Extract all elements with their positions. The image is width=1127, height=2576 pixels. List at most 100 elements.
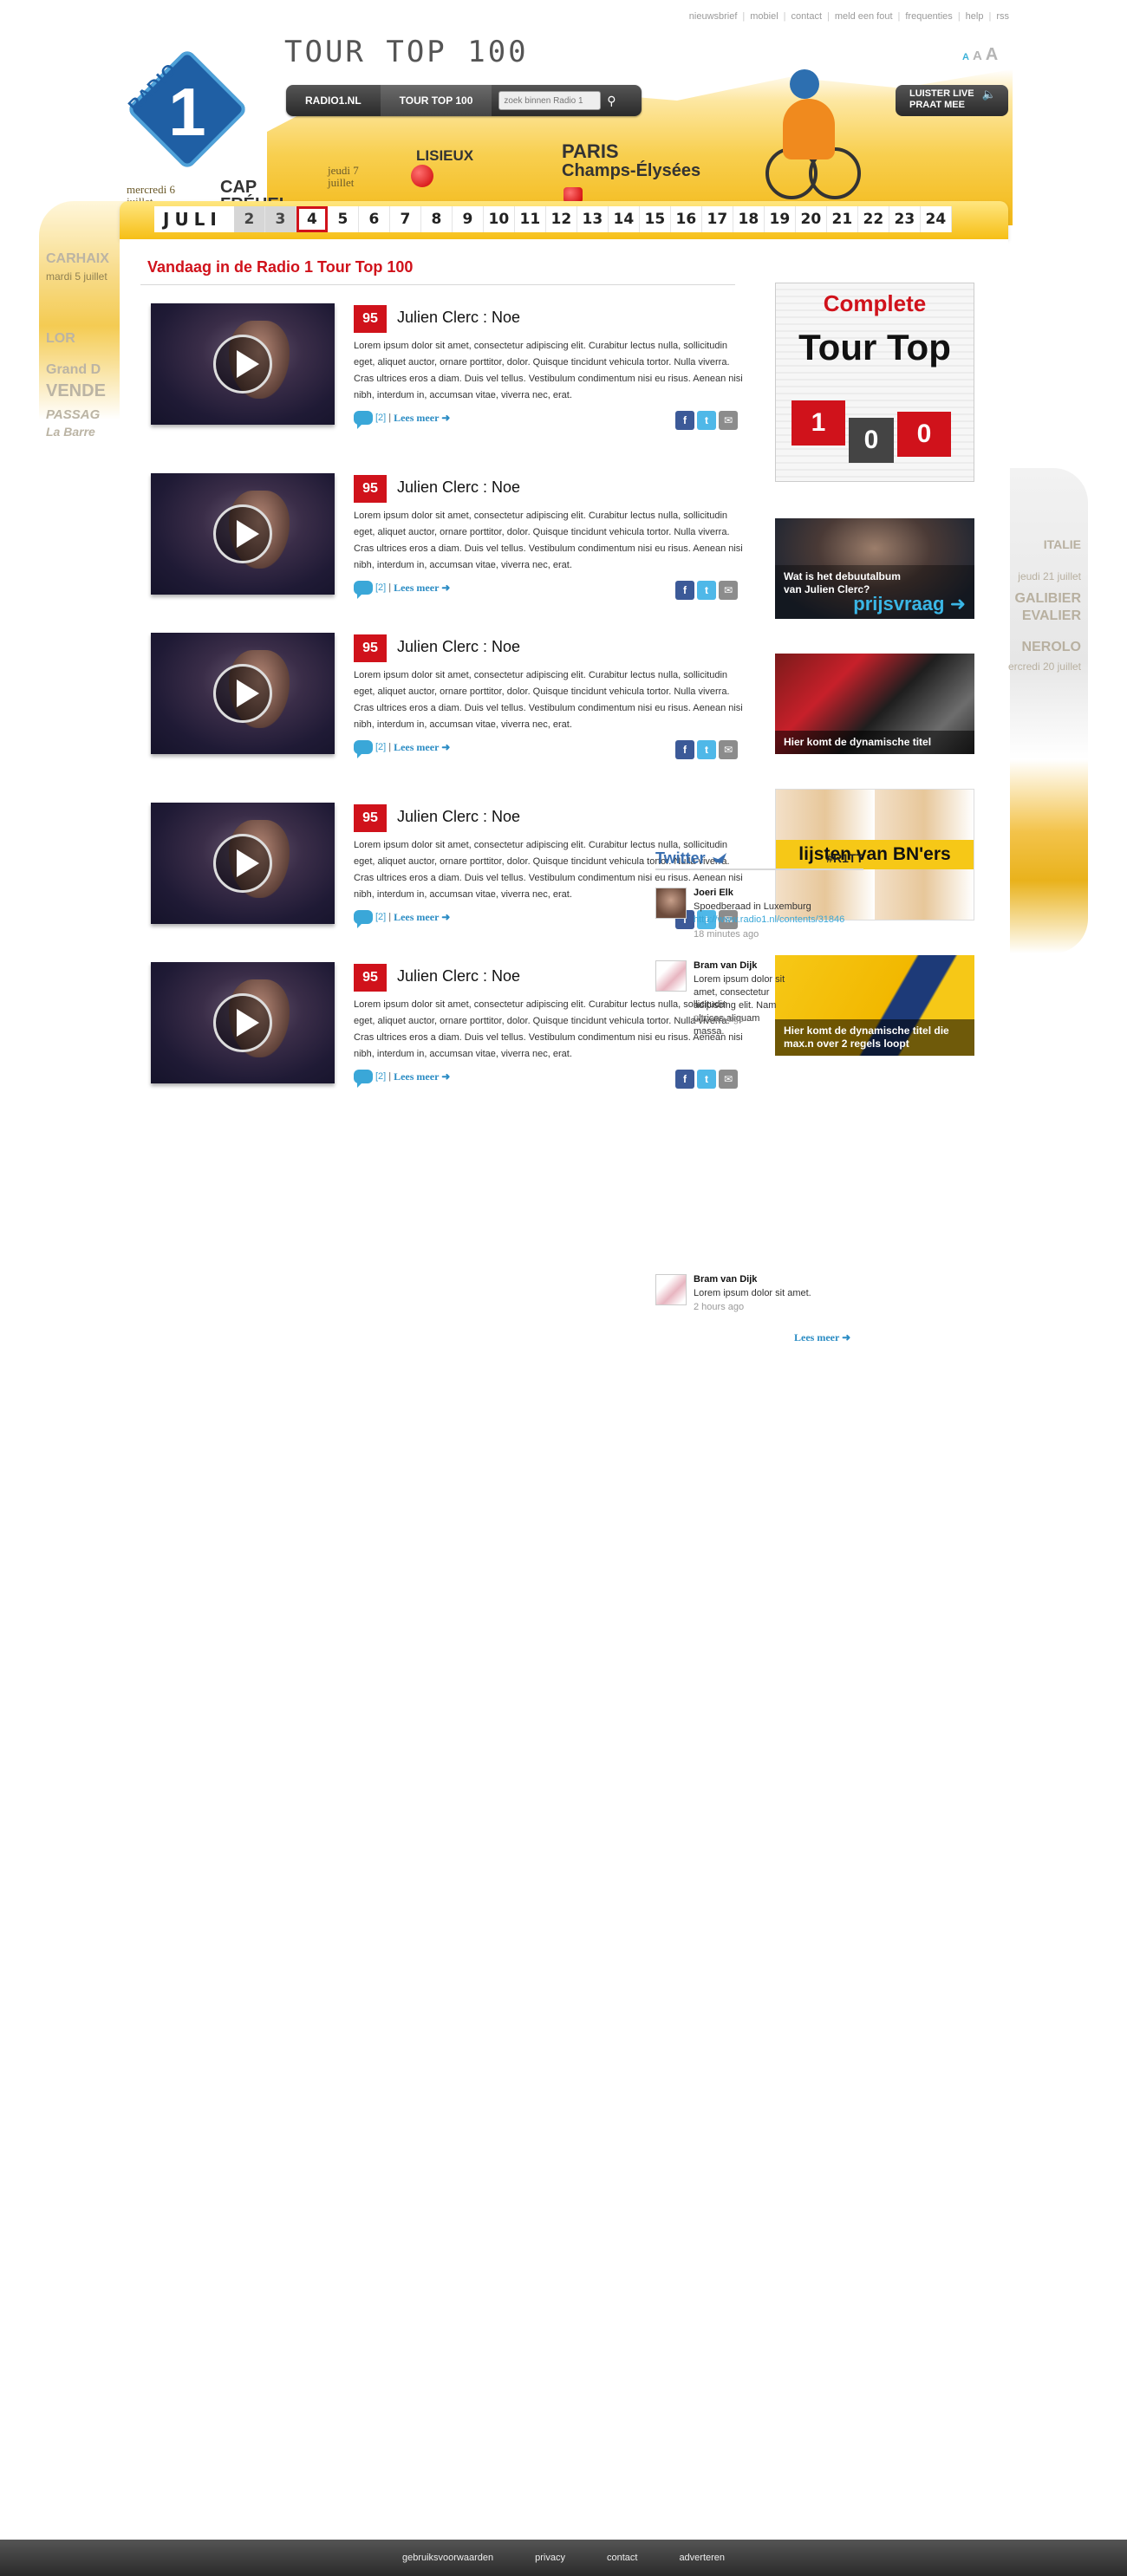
comment-count[interactable]: [2] [375,582,386,593]
day-7[interactable]: 7 [390,206,421,232]
day-4[interactable]: 4 [296,206,328,232]
link-mobile[interactable]: mobiel [750,11,778,22]
day-3[interactable]: 3 [264,206,296,232]
day-19[interactable]: 19 [765,206,796,232]
comment-count[interactable]: [2] [375,742,386,752]
twitter-icon[interactable]: t [697,1070,716,1089]
nav-item-tour-top-100[interactable]: TOUR TOP 100 [380,85,492,116]
footer-link-terms[interactable]: gebruiksvoorwaarden [402,2553,493,2563]
play-icon[interactable] [213,335,272,394]
day-18[interactable]: 18 [733,206,765,232]
twitter-label[interactable]: Twitter [655,849,706,868]
day-12[interactable]: 12 [546,206,577,232]
video-thumbnail[interactable] [151,633,335,754]
twitter-read-more-link[interactable]: Lees meer ➜ [794,1331,850,1344]
day-16[interactable]: 16 [671,206,702,232]
comment-count[interactable]: [2] [375,413,386,423]
day-15[interactable]: 15 [640,206,671,232]
radio1-logo[interactable]: 1 RADIO [125,40,249,183]
day-17[interactable]: 17 [702,206,733,232]
day-8[interactable]: 8 [421,206,453,232]
comment-icon[interactable] [354,411,373,429]
play-icon[interactable] [213,504,272,563]
listen-live-button[interactable]: LUISTER LIVE PRAAT MEE 🔈 [896,85,1008,116]
promo-quiz[interactable]: Wat is het debuutalbum van Julien Clerc?… [775,518,974,619]
comment-icon[interactable] [354,1070,373,1088]
day-6[interactable]: 6 [359,206,390,232]
facebook-icon[interactable]: f [675,740,694,759]
footer-link-advertise[interactable]: adverteren [679,2553,725,2563]
day-14[interactable]: 14 [609,206,640,232]
prijsvraag-link[interactable]: prijsvraag ➜ [853,593,966,615]
cyclist-body-shape [783,99,835,159]
tweet-author[interactable]: Bram van Dijk [694,1274,757,1285]
video-thumbnail[interactable] [151,962,335,1083]
comment-count[interactable]: [2] [375,912,386,922]
comment-count[interactable]: [2] [375,1071,386,1082]
twitter-icon[interactable]: t [697,581,716,600]
mail-icon[interactable]: ✉ [719,1070,738,1089]
day-24[interactable]: 24 [921,206,952,232]
search-icon[interactable]: ⚲ [601,94,622,108]
avatar[interactable] [655,960,687,992]
day-21[interactable]: 21 [827,206,858,232]
footer-link-privacy[interactable]: privacy [535,2553,565,2563]
day-23[interactable]: 23 [889,206,921,232]
link-help[interactable]: help [966,11,984,22]
day-10[interactable]: 10 [484,206,515,232]
read-more-link[interactable]: Lees meer ➜ [394,582,450,595]
song-title[interactable]: Julien Clerc : Noe [397,967,520,986]
footer-link-contact[interactable]: contact [607,2553,637,2563]
video-thumbnail[interactable] [151,473,335,595]
search-input[interactable] [498,91,602,110]
nav-item-radio1[interactable]: RADIO1.NL [286,85,381,116]
read-more-link[interactable]: Lees meer ➜ [394,412,450,425]
link-newsletter[interactable]: nieuwsbrief [689,11,738,22]
mail-icon[interactable]: ✉ [719,740,738,759]
song-title[interactable]: Julien Clerc : Noe [397,309,520,327]
link-rss[interactable]: rss [996,11,1009,22]
video-thumbnail[interactable] [151,803,335,924]
facebook-icon[interactable]: f [675,411,694,430]
day-20[interactable]: 20 [796,206,827,232]
avatar[interactable] [655,1274,687,1305]
song-title[interactable]: Julien Clerc : Noe [397,808,520,826]
promo-complete-tour-top[interactable]: Complete Tour Top 1 0 0 [775,283,974,482]
twitter-icon[interactable]: t [697,411,716,430]
link-contact[interactable]: contact [792,11,822,22]
read-more-link[interactable]: Lees meer ➜ [394,911,450,924]
link-frequencies[interactable]: frequenties [905,11,952,22]
twitter-hashtag[interactable]: #R1TT [826,851,863,865]
avatar[interactable] [655,888,687,919]
play-icon[interactable] [213,993,272,1052]
video-thumbnail[interactable] [151,303,335,425]
facebook-icon[interactable]: f [675,1070,694,1089]
facebook-icon[interactable]: f [675,581,694,600]
comment-icon[interactable] [354,740,373,758]
twitter-icon[interactable]: t [697,740,716,759]
comment-icon[interactable] [354,581,373,599]
tweet-author[interactable]: Joeri Elk [694,888,733,898]
day-2[interactable]: 2 [233,206,265,232]
song-title[interactable]: Julien Clerc : Noe [397,478,520,497]
stage-place-right-1: PARIS [562,140,619,162]
mail-icon[interactable]: ✉ [719,581,738,600]
play-icon[interactable] [213,834,272,893]
stage-place-right-2: Champs-Élysées [562,161,701,180]
promo-cyclist[interactable]: Hier komt de dynamische titel [775,654,974,754]
link-report-error[interactable]: meld een fout [835,11,893,22]
read-more-link[interactable]: Lees meer ➜ [394,1070,450,1083]
tweet-link[interactable]: http://www.radio1.nl/contents/31846 [694,914,858,927]
read-more-link[interactable]: Lees meer ➜ [394,741,450,754]
tweet-author[interactable]: Bram van Dijk [694,960,757,971]
play-icon[interactable] [213,664,272,723]
day-9[interactable]: 9 [453,206,484,232]
comment-icon[interactable] [354,910,373,928]
item-meta: [2] | Lees meer ➜ [354,910,450,928]
mail-icon[interactable]: ✉ [719,411,738,430]
day-11[interactable]: 11 [515,206,546,232]
day-5[interactable]: 5 [328,206,359,232]
day-22[interactable]: 22 [858,206,889,232]
song-title[interactable]: Julien Clerc : Noe [397,638,520,656]
day-13[interactable]: 13 [577,206,609,232]
